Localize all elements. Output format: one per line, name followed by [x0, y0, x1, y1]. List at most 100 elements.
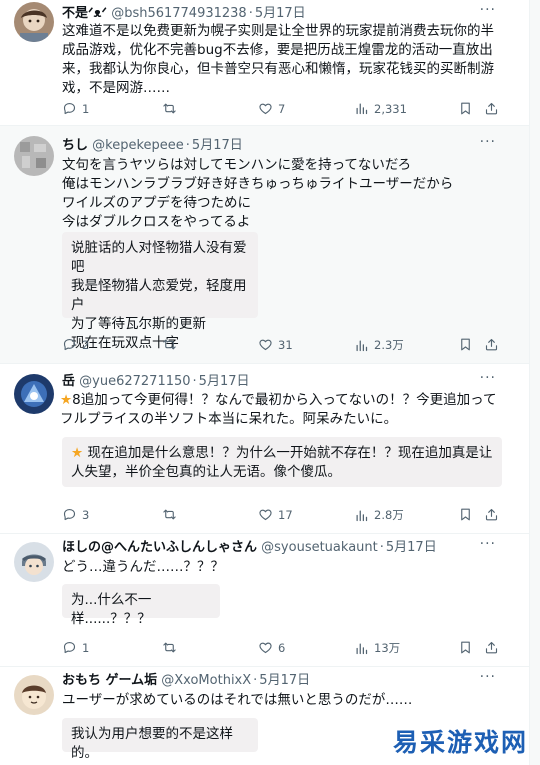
reply-count: 3	[82, 507, 90, 522]
retweet-icon	[162, 640, 177, 655]
retweet-icon	[162, 507, 177, 522]
bookmark-button[interactable]	[458, 337, 473, 352]
like-button[interactable]: 17	[258, 507, 293, 522]
bookmark-button[interactable]	[458, 640, 473, 655]
like-button[interactable]: 31	[258, 337, 293, 352]
more-icon[interactable]: ···	[480, 2, 496, 18]
like-button[interactable]: 6	[258, 640, 285, 655]
avatar[interactable]	[14, 374, 54, 414]
views-count: 13万	[374, 641, 401, 655]
user-handle[interactable]: @bsh561774931238	[111, 6, 247, 21]
reply-icon	[62, 640, 77, 655]
retweet-icon	[162, 337, 177, 352]
views-icon	[354, 338, 369, 353]
translation-box: 说脏话的人对怪物猎人没有爱吧 我是怪物猎人恋爱党，轻度用户 为了等待瓦尔斯的更新…	[62, 232, 258, 351]
views-button[interactable]: 2,331	[354, 101, 407, 116]
like-count: 7	[278, 101, 286, 116]
display-name[interactable]: 不是ᐟᴥᐟ	[62, 6, 107, 21]
tweet-header: ほしの@へんたいふしんしゃさん @syousetuakaunt · 5月17日	[62, 540, 437, 555]
tweet-date[interactable]: 5月17日	[259, 673, 310, 688]
views-button[interactable]: 13万	[354, 640, 400, 656]
tweet-date[interactable]: 5月17日	[199, 374, 250, 389]
more-icon[interactable]: ···	[480, 134, 496, 150]
tweet-header: おもち ゲーム垢 @XxoMothixX · 5月17日	[62, 673, 311, 688]
tweet-2[interactable]: ちし @kepekepeee · 5月17日 ··· 文句を言うヤツらは対してモンハ…	[0, 126, 530, 364]
avatar[interactable]	[14, 542, 54, 582]
views-icon	[354, 101, 369, 116]
views-icon	[354, 641, 369, 656]
tweet-text: 这难道不是以免费更新为幌子实则是让全世界的玩家提前消费去玩你的半成品游戏，优化不…	[62, 23, 494, 96]
reply-icon	[62, 507, 77, 522]
avatar[interactable]	[14, 2, 54, 42]
share-button[interactable]	[484, 101, 499, 116]
user-handle[interactable]: @kepekepeee	[92, 138, 184, 153]
user-handle[interactable]: @syousetuakaunt	[261, 540, 378, 555]
tweet-date[interactable]: 5月17日	[255, 6, 306, 21]
retweet-button[interactable]	[162, 101, 177, 116]
tweet-date[interactable]: 5月17日	[386, 540, 437, 555]
like-count: 17	[278, 507, 293, 522]
views-button[interactable]: 2.3万	[354, 337, 404, 353]
reply-icon	[62, 101, 77, 116]
views-icon	[354, 508, 369, 523]
share-button[interactable]	[484, 337, 499, 352]
tweet-4[interactable]: ほしの@へんたいふしんしゃさん @syousetuakaunt · 5月17日 ··…	[0, 534, 530, 667]
reply-count: 2	[82, 337, 90, 352]
display-name[interactable]: 岳	[62, 374, 75, 389]
tweet-text: どう…違うんだ……？？？	[62, 559, 224, 575]
reply-button[interactable]: 3	[62, 507, 89, 522]
more-icon[interactable]: ···	[480, 370, 496, 386]
share-icon	[484, 507, 499, 522]
reply-count: 1	[82, 101, 90, 116]
more-icon[interactable]: ···	[480, 669, 496, 685]
views-button[interactable]: 2.8万	[354, 507, 404, 523]
tweet-actions: 1 7 2,331	[62, 101, 500, 121]
tweet-1[interactable]: 不是ᐟᴥᐟ @bsh561774931238 · 5月17日 ··· 这难道不是以免…	[0, 0, 530, 126]
avatar[interactable]	[14, 136, 54, 176]
user-handle[interactable]: @XxoMothixX	[161, 673, 251, 688]
retweet-button[interactable]	[162, 337, 177, 352]
tweet-3[interactable]: 岳 @yue627271150 · 5月17日 ··· ★8追加って今更何得！？なん…	[0, 364, 530, 534]
heart-icon	[258, 101, 273, 116]
translation-text: 现在追加是什么意思！？为什么一开始就不存在！？现在追加真是让人失望，半价全包真的…	[71, 445, 493, 480]
tweet-text: ★8追加って今更何得！？なんで最初から入ってないの！？今更追加ってフルプライスの…	[60, 392, 497, 427]
display-name[interactable]: ほしの@へんたいふしんしゃさん	[62, 540, 257, 555]
reply-button[interactable]: 2	[62, 337, 89, 352]
tweet-header: ちし @kepekepeee · 5月17日	[62, 138, 243, 153]
like-count: 6	[278, 640, 286, 655]
retweet-button[interactable]	[162, 507, 177, 522]
watermark-logo: 易采游戏网	[392, 728, 528, 757]
text-line: 文句を言うヤツらは対してモンハンに愛を持ってないだろ	[62, 157, 412, 173]
tweet-header: 不是ᐟᴥᐟ @bsh561774931238 · 5月17日	[62, 6, 306, 21]
display-name[interactable]: おもち ゲーム垢	[62, 673, 157, 688]
bookmark-icon	[458, 507, 473, 522]
tweet-actions: 3 17 2.8万	[62, 507, 500, 527]
retweet-button[interactable]	[162, 640, 177, 655]
avatar[interactable]	[14, 675, 54, 715]
reply-button[interactable]: 1	[62, 101, 89, 116]
translation-text: 我认为用户想要的不是这样的。	[71, 726, 233, 761]
bookmark-icon	[458, 640, 473, 655]
share-icon	[484, 101, 499, 116]
bookmark-icon	[458, 337, 473, 352]
tweet-date[interactable]: 5月17日	[192, 138, 243, 153]
text-line: 今はダブルクロスをやってるよ	[62, 214, 251, 230]
reply-button[interactable]: 1	[62, 640, 89, 655]
display-name[interactable]: ちし	[62, 138, 88, 153]
views-count: 2.8万	[374, 508, 404, 522]
share-button[interactable]	[484, 507, 499, 522]
translation-line: 说脏话的人对怪物猎人没有爱吧	[71, 240, 247, 275]
tweet-actions: 1 6 13万	[62, 640, 500, 660]
bookmark-button[interactable]	[458, 507, 473, 522]
like-button[interactable]: 7	[258, 101, 285, 116]
tweet-text: 文句を言うヤツらは対してモンハンに愛を持ってないだろ 俺はモンハンラブラブ好き好…	[62, 156, 500, 232]
heart-icon	[258, 640, 273, 655]
translation-text: 为...什么不一样......？？？	[71, 592, 152, 627]
more-icon[interactable]: ···	[480, 536, 496, 552]
user-handle[interactable]: @yue627271150	[79, 374, 190, 389]
share-icon	[484, 337, 499, 352]
views-count: 2.3万	[374, 338, 404, 352]
bookmark-button[interactable]	[458, 101, 473, 116]
share-button[interactable]	[484, 640, 499, 655]
scrollbar[interactable]	[529, 0, 540, 765]
